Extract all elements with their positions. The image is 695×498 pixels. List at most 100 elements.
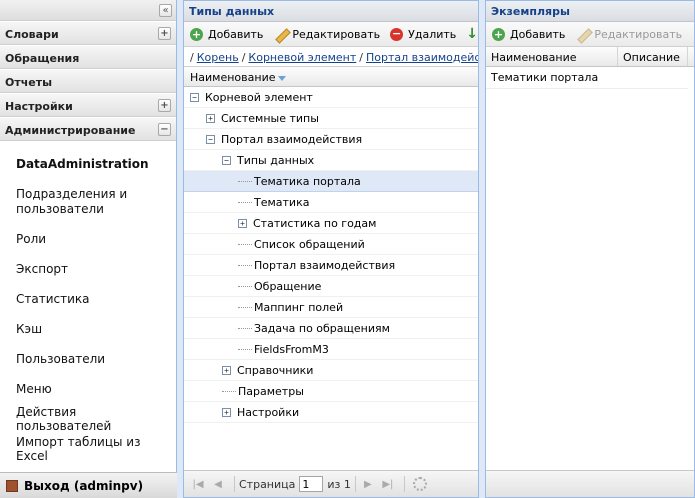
collapse-icon[interactable]: −: [222, 155, 231, 165]
delete-button[interactable]: − Удалить: [390, 26, 457, 41]
nav-section[interactable]: Отчеты: [0, 69, 176, 93]
nav-section-label: Отчеты: [5, 76, 53, 89]
tree-node[interactable]: Список обращений: [184, 234, 478, 255]
instances-grid: Тематики портала: [486, 67, 694, 89]
nav-section[interactable]: Администрирование −: [0, 117, 176, 141]
tree-node-label: Портал взаимодействия: [254, 258, 396, 272]
collapse-icon[interactable]: −: [158, 123, 171, 136]
edit-button[interactable]: Редактировать: [273, 27, 380, 41]
left-panel-header: «: [0, 0, 176, 21]
nav-section[interactable]: Обращения: [0, 45, 176, 69]
nav-section[interactable]: Словари +: [0, 21, 176, 45]
admin-menu-item[interactable]: DataAdministration: [0, 149, 176, 179]
tree-node-label: Список обращений: [254, 237, 365, 251]
tree-connector: [238, 243, 252, 245]
page-input[interactable]: [299, 476, 324, 492]
table-row[interactable]: Тематики портала: [486, 67, 688, 89]
tree-connector: [238, 348, 252, 350]
tree-node[interactable]: − Портал взаимодействия: [184, 129, 478, 150]
breadcrumb-link[interactable]: Корень: [197, 51, 239, 64]
expand-icon[interactable]: +: [206, 113, 215, 123]
tree-node-label: Параметры: [238, 384, 304, 398]
breadcrumb-link[interactable]: Портал взаимодействия: [366, 51, 478, 64]
delete-label: Удалить: [408, 27, 457, 41]
column-header-label: Наименование: [190, 71, 276, 84]
edit-label: Редактировать: [292, 27, 381, 41]
admin-menu-item[interactable]: Кэш: [0, 314, 176, 344]
add-label: Добавить: [208, 27, 264, 41]
delete-icon: −: [390, 26, 404, 41]
tree-node-label: Справочники: [237, 363, 314, 377]
export-button[interactable]: ↓ Э: [466, 26, 478, 42]
admin-menu-item[interactable]: Подразделения и пользователи: [0, 179, 176, 224]
add-button[interactable]: + Добавить: [492, 27, 566, 41]
nav-section-label: Администрирование: [5, 124, 136, 137]
admin-menu-item[interactable]: Меню: [0, 374, 176, 404]
admin-menu-item[interactable]: Пользователи: [0, 344, 176, 374]
tree-node[interactable]: FieldsFromM3: [184, 339, 478, 360]
tree-node[interactable]: − Корневой элемент: [184, 87, 478, 108]
next-page-icon[interactable]: ▶: [360, 479, 376, 490]
add-label: Добавить: [510, 27, 566, 41]
first-page-icon[interactable]: |◀: [190, 479, 206, 490]
expand-icon[interactable]: +: [158, 99, 171, 112]
tree-node[interactable]: − Типы данных: [184, 150, 478, 171]
admin-menu-item[interactable]: Импорт таблицы из Excel: [0, 434, 176, 464]
breadcrumb-separator: /: [190, 51, 194, 64]
tree-node[interactable]: Задача по обращениям: [184, 318, 478, 339]
nav-section[interactable]: Настройки +: [0, 93, 176, 117]
admin-menu-item[interactable]: Статистика: [0, 284, 176, 314]
column-header-description[interactable]: Описание: [618, 47, 688, 66]
edit-button[interactable]: Редактировать: [575, 27, 682, 41]
tree-node-label: Настройки: [237, 405, 300, 419]
tree-node[interactable]: Тематика: [184, 192, 478, 213]
page-label: Страница: [239, 477, 296, 491]
admin-menu-item[interactable]: Роли: [0, 224, 176, 254]
panel-title: Типы данных: [184, 1, 478, 22]
breadcrumb-separator: /: [241, 51, 246, 64]
expand-icon[interactable]: +: [238, 218, 247, 228]
tree-node-label: Корневой элемент: [205, 90, 313, 104]
breadcrumb: / Корень / Корневой элемент / Портал взаимоде…: [184, 47, 478, 67]
tree-node[interactable]: Маппинг полей: [184, 297, 478, 318]
expand-icon[interactable]: +: [222, 407, 231, 417]
panel-title: Экземпляры: [486, 1, 694, 22]
last-page-icon[interactable]: ▶|: [380, 479, 396, 490]
expand-icon[interactable]: +: [222, 365, 231, 375]
tree-node[interactable]: Тематика портала: [184, 171, 478, 192]
tree-node[interactable]: + Статистика по годам: [184, 213, 478, 234]
double-chevron-left-icon[interactable]: «: [159, 4, 172, 17]
toolbar: + Добавить Редактировать: [486, 22, 694, 47]
tree-node[interactable]: + Системные типы: [184, 108, 478, 129]
collapse-icon[interactable]: −: [206, 134, 215, 144]
sort-arrow-icon: [278, 75, 287, 81]
tree-connector: [238, 201, 252, 203]
tree-node[interactable]: + Справочники: [184, 360, 478, 381]
admin-menu-item[interactable]: Экспорт: [0, 254, 176, 284]
logout-icon: [6, 479, 18, 492]
expand-icon[interactable]: +: [158, 27, 171, 40]
breadcrumb-link[interactable]: Корневой элемент: [248, 51, 356, 64]
column-header-name[interactable]: Наименование: [486, 47, 618, 66]
instances-panel: Экземпляры + Добавить Редактировать Наим…: [485, 0, 695, 498]
tree-connector: [238, 264, 252, 266]
tree-node-label: Типы данных: [237, 153, 315, 167]
column-header-name[interactable]: Наименование: [184, 67, 478, 87]
prev-page-icon[interactable]: ◀: [210, 479, 226, 490]
logout-button[interactable]: Выход (adminpv): [0, 472, 177, 498]
tree-node[interactable]: Параметры: [184, 381, 478, 402]
divider: [354, 476, 356, 492]
tree-connector: [222, 390, 236, 392]
tree-node[interactable]: Обращение: [184, 276, 478, 297]
refresh-icon[interactable]: [412, 477, 427, 491]
tree-node-label: Системные типы: [221, 111, 319, 125]
add-button[interactable]: + Добавить: [190, 27, 264, 41]
admin-menu-item[interactable]: Действия пользователей: [0, 404, 176, 434]
tree-node-label: Задача по обращениям: [254, 321, 390, 335]
collapse-icon[interactable]: −: [190, 92, 199, 102]
tree-node-label: FieldsFromM3: [254, 342, 329, 356]
tree-node[interactable]: + Настройки: [184, 402, 478, 423]
tree-node[interactable]: Портал взаимодействия: [184, 255, 478, 276]
add-icon: +: [190, 27, 203, 41]
left-nav-panel: « Словари + Обращения Отчеты Настройки + Админ…: [0, 0, 177, 498]
